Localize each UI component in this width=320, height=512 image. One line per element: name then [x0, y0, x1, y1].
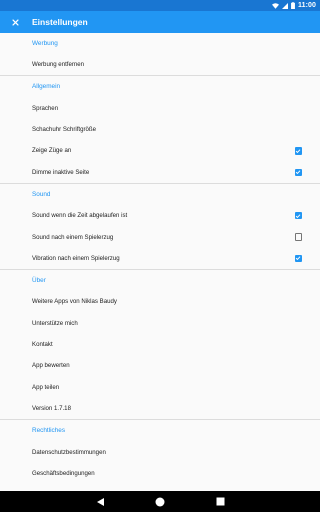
home-circle-icon [155, 497, 165, 506]
setting-schachuhr-schriftgroesse[interactable]: Schachuhr Schriftgröße [0, 119, 320, 140]
setting-sound-zeit-abgelaufen[interactable]: Sound wenn die Zeit abgelaufen ist [0, 205, 320, 226]
setting-label: App teilen [32, 383, 60, 391]
section-werbung: Werbung Werbung entfernen [0, 33, 320, 77]
section-rechtliches: Rechtliches Datenschutzbestimmungen Gesc… [0, 420, 320, 484]
section-header-ueber: Über [32, 277, 46, 285]
setting-zeige-zuege[interactable]: Zeige Züge an [0, 140, 320, 161]
recents-square-icon [216, 497, 224, 506]
setting-label: Version 1.7.18 [32, 405, 71, 413]
setting-label: Kontakt [32, 341, 53, 349]
checkbox-checked-icon[interactable] [294, 254, 302, 263]
nav-recents-button[interactable] [214, 496, 226, 508]
setting-label: Datenschutzbestimmungen [32, 448, 106, 456]
section-allgemein: Allgemein Sprachen Schachuhr Schriftgröß… [0, 76, 320, 184]
setting-vibration-spielerzug[interactable]: Vibration nach einem Spielerzug [0, 248, 320, 269]
setting-sprachen[interactable]: Sprachen [0, 97, 320, 118]
setting-label: App bewerten [32, 362, 70, 370]
setting-label: Schachuhr Schriftgröße [32, 125, 97, 133]
nav-home-button[interactable] [154, 496, 166, 508]
page-title: Einstellungen [32, 17, 88, 27]
section-header-sound: Sound [32, 190, 51, 198]
setting-weitere-apps[interactable]: Weitere Apps von Niklas Baudy [0, 291, 320, 312]
setting-werbung-entfernen[interactable]: Werbung entfernen [0, 54, 320, 75]
checkbox-unchecked-icon[interactable] [294, 233, 302, 241]
setting-unterstuetze-mich[interactable]: Unterstütze mich [0, 313, 320, 334]
setting-label: Dimme inaktive Seite [32, 168, 90, 176]
close-button[interactable] [1, 11, 29, 33]
setting-app-bewerten[interactable]: App bewerten [0, 355, 320, 376]
setting-datenschutz[interactable]: Datenschutzbestimmungen [0, 441, 320, 462]
setting-label: Sound wenn die Zeit abgelaufen ist [32, 212, 128, 220]
checkbox-checked-icon[interactable] [294, 147, 302, 155]
wifi-icon [271, 2, 279, 9]
close-icon [11, 18, 19, 26]
nav-back-button[interactable] [94, 496, 106, 508]
setting-dimme-inaktive-seite[interactable]: Dimme inaktive Seite [0, 162, 320, 183]
setting-label: Vibration nach einem Spielerzug [32, 254, 120, 262]
setting-label: Weitere Apps von Niklas Baudy [32, 298, 117, 306]
section-header-rechtliches: Rechtliches [32, 427, 66, 435]
checkbox-checked-icon[interactable] [294, 211, 302, 220]
setting-version[interactable]: Version 1.7.18 [0, 398, 320, 419]
settings-list[interactable]: Werbung Werbung entfernen Allgemein Spra… [0, 33, 320, 491]
setting-label: Sprachen [32, 104, 59, 112]
setting-label: Sound nach einem Spielerzug [32, 233, 114, 241]
app-bar: Einstellungen [0, 11, 320, 33]
section-header-allgemein: Allgemein [32, 83, 61, 91]
setting-app-teilen[interactable]: App teilen [0, 377, 320, 398]
setting-label: Geschäftsbedingungen [32, 470, 95, 478]
battery-icon [291, 2, 295, 9]
status-bar: 11:00 [0, 0, 320, 11]
setting-sound-spielerzug[interactable]: Sound nach einem Spielerzug [0, 226, 320, 247]
section-sound: Sound Sound wenn die Zeit abgelaufen ist… [0, 184, 320, 271]
signal-icon [281, 2, 288, 9]
status-time: 11:00 [297, 2, 316, 9]
setting-label: Zeige Züge an [32, 147, 72, 155]
navigation-bar [0, 491, 320, 512]
back-triangle-icon [96, 497, 104, 506]
setting-label: Werbung entfernen [32, 61, 85, 69]
section-header-werbung: Werbung [32, 40, 58, 47]
checkbox-checked-icon[interactable] [294, 168, 302, 176]
setting-geschaeftsbedingungen[interactable]: Geschäftsbedingungen [0, 463, 320, 484]
setting-label: Unterstütze mich [32, 319, 78, 327]
section-ueber: Über Weitere Apps von Niklas Baudy Unter… [0, 270, 320, 421]
setting-kontakt[interactable]: Kontakt [0, 334, 320, 355]
